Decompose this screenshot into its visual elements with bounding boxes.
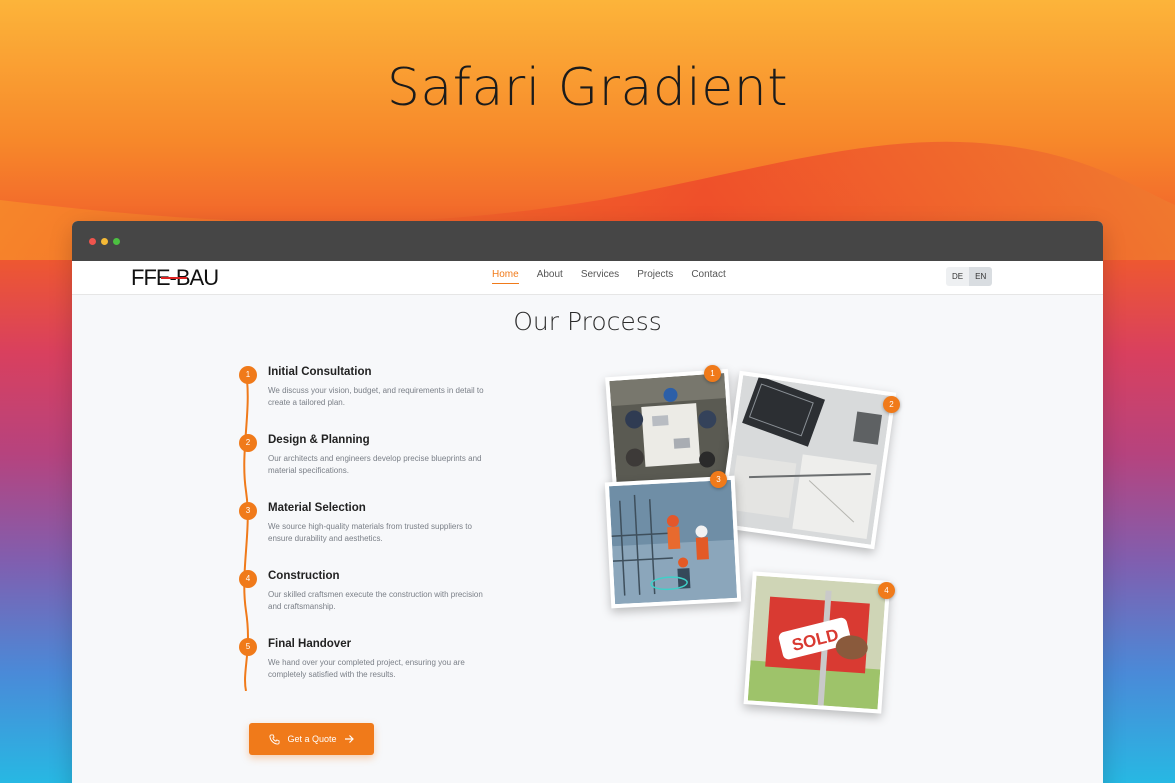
design-image [722,375,892,545]
window-titlebar [72,221,1103,261]
photo-badge: 4 [878,582,895,599]
photo-badge: 1 [704,365,721,382]
step-title: Final Handover [268,638,352,650]
step-number-badge: 2 [239,434,257,452]
photo-handover: SOLD [743,571,891,714]
browser-window: FFE-BAU Home About Services Projects Con… [72,221,1103,783]
photo-badge: 2 [883,396,900,413]
nav-about[interactable]: About [537,269,563,284]
get-quote-label: Get a Quote [287,734,337,744]
step-description: We discuss your vision, budget, and requ… [268,386,484,407]
step-title: Material Selection [268,502,366,514]
step-title: Construction [268,570,340,582]
construction-image [608,479,738,605]
phone-icon [269,733,281,745]
step-title: Initial Consultation [268,366,372,378]
step-description: We hand over your completed project, ens… [268,658,465,679]
arrow-right-icon [344,735,354,743]
step-title: Design & Planning [268,434,370,446]
step-description: We source high-quality materials from tr… [268,522,472,543]
step-number-badge: 3 [239,502,257,520]
process-title: Our Process [513,307,662,336]
nav-contact[interactable]: Contact [691,269,725,284]
sold-sign-image: SOLD [747,575,887,710]
close-window-dot[interactable] [89,238,96,245]
consultation-image [609,373,732,488]
minimize-window-dot[interactable] [101,238,108,245]
nav-services[interactable]: Services [581,269,619,284]
photo-materials [604,475,742,609]
step-number-badge: 1 [239,366,257,384]
site-logo[interactable]: FFE-BAU [131,264,251,290]
site-navbar: FFE-BAU Home About Services Projects Con… [72,261,1103,295]
step-description: Our skilled craftsmen execute the constr… [268,590,483,611]
nav-home[interactable]: Home [492,269,519,284]
lang-de-button[interactable]: DE [946,267,970,286]
photo-badge: 3 [710,471,727,488]
maximize-window-dot[interactable] [113,238,120,245]
nav-projects[interactable]: Projects [637,269,673,284]
language-switcher: DE EN [946,267,993,286]
get-quote-button[interactable]: Get a Quote [249,723,374,755]
hero-title: Safari Gradient [386,58,789,118]
step-description: Our architects and engineers develop pre… [268,454,482,475]
lang-en-button[interactable]: EN [969,267,993,286]
step-number-badge: 5 [239,638,257,656]
photo-design [717,370,897,550]
step-number-badge: 4 [239,570,257,588]
main-nav: Home About Services Projects Contact [492,269,744,284]
